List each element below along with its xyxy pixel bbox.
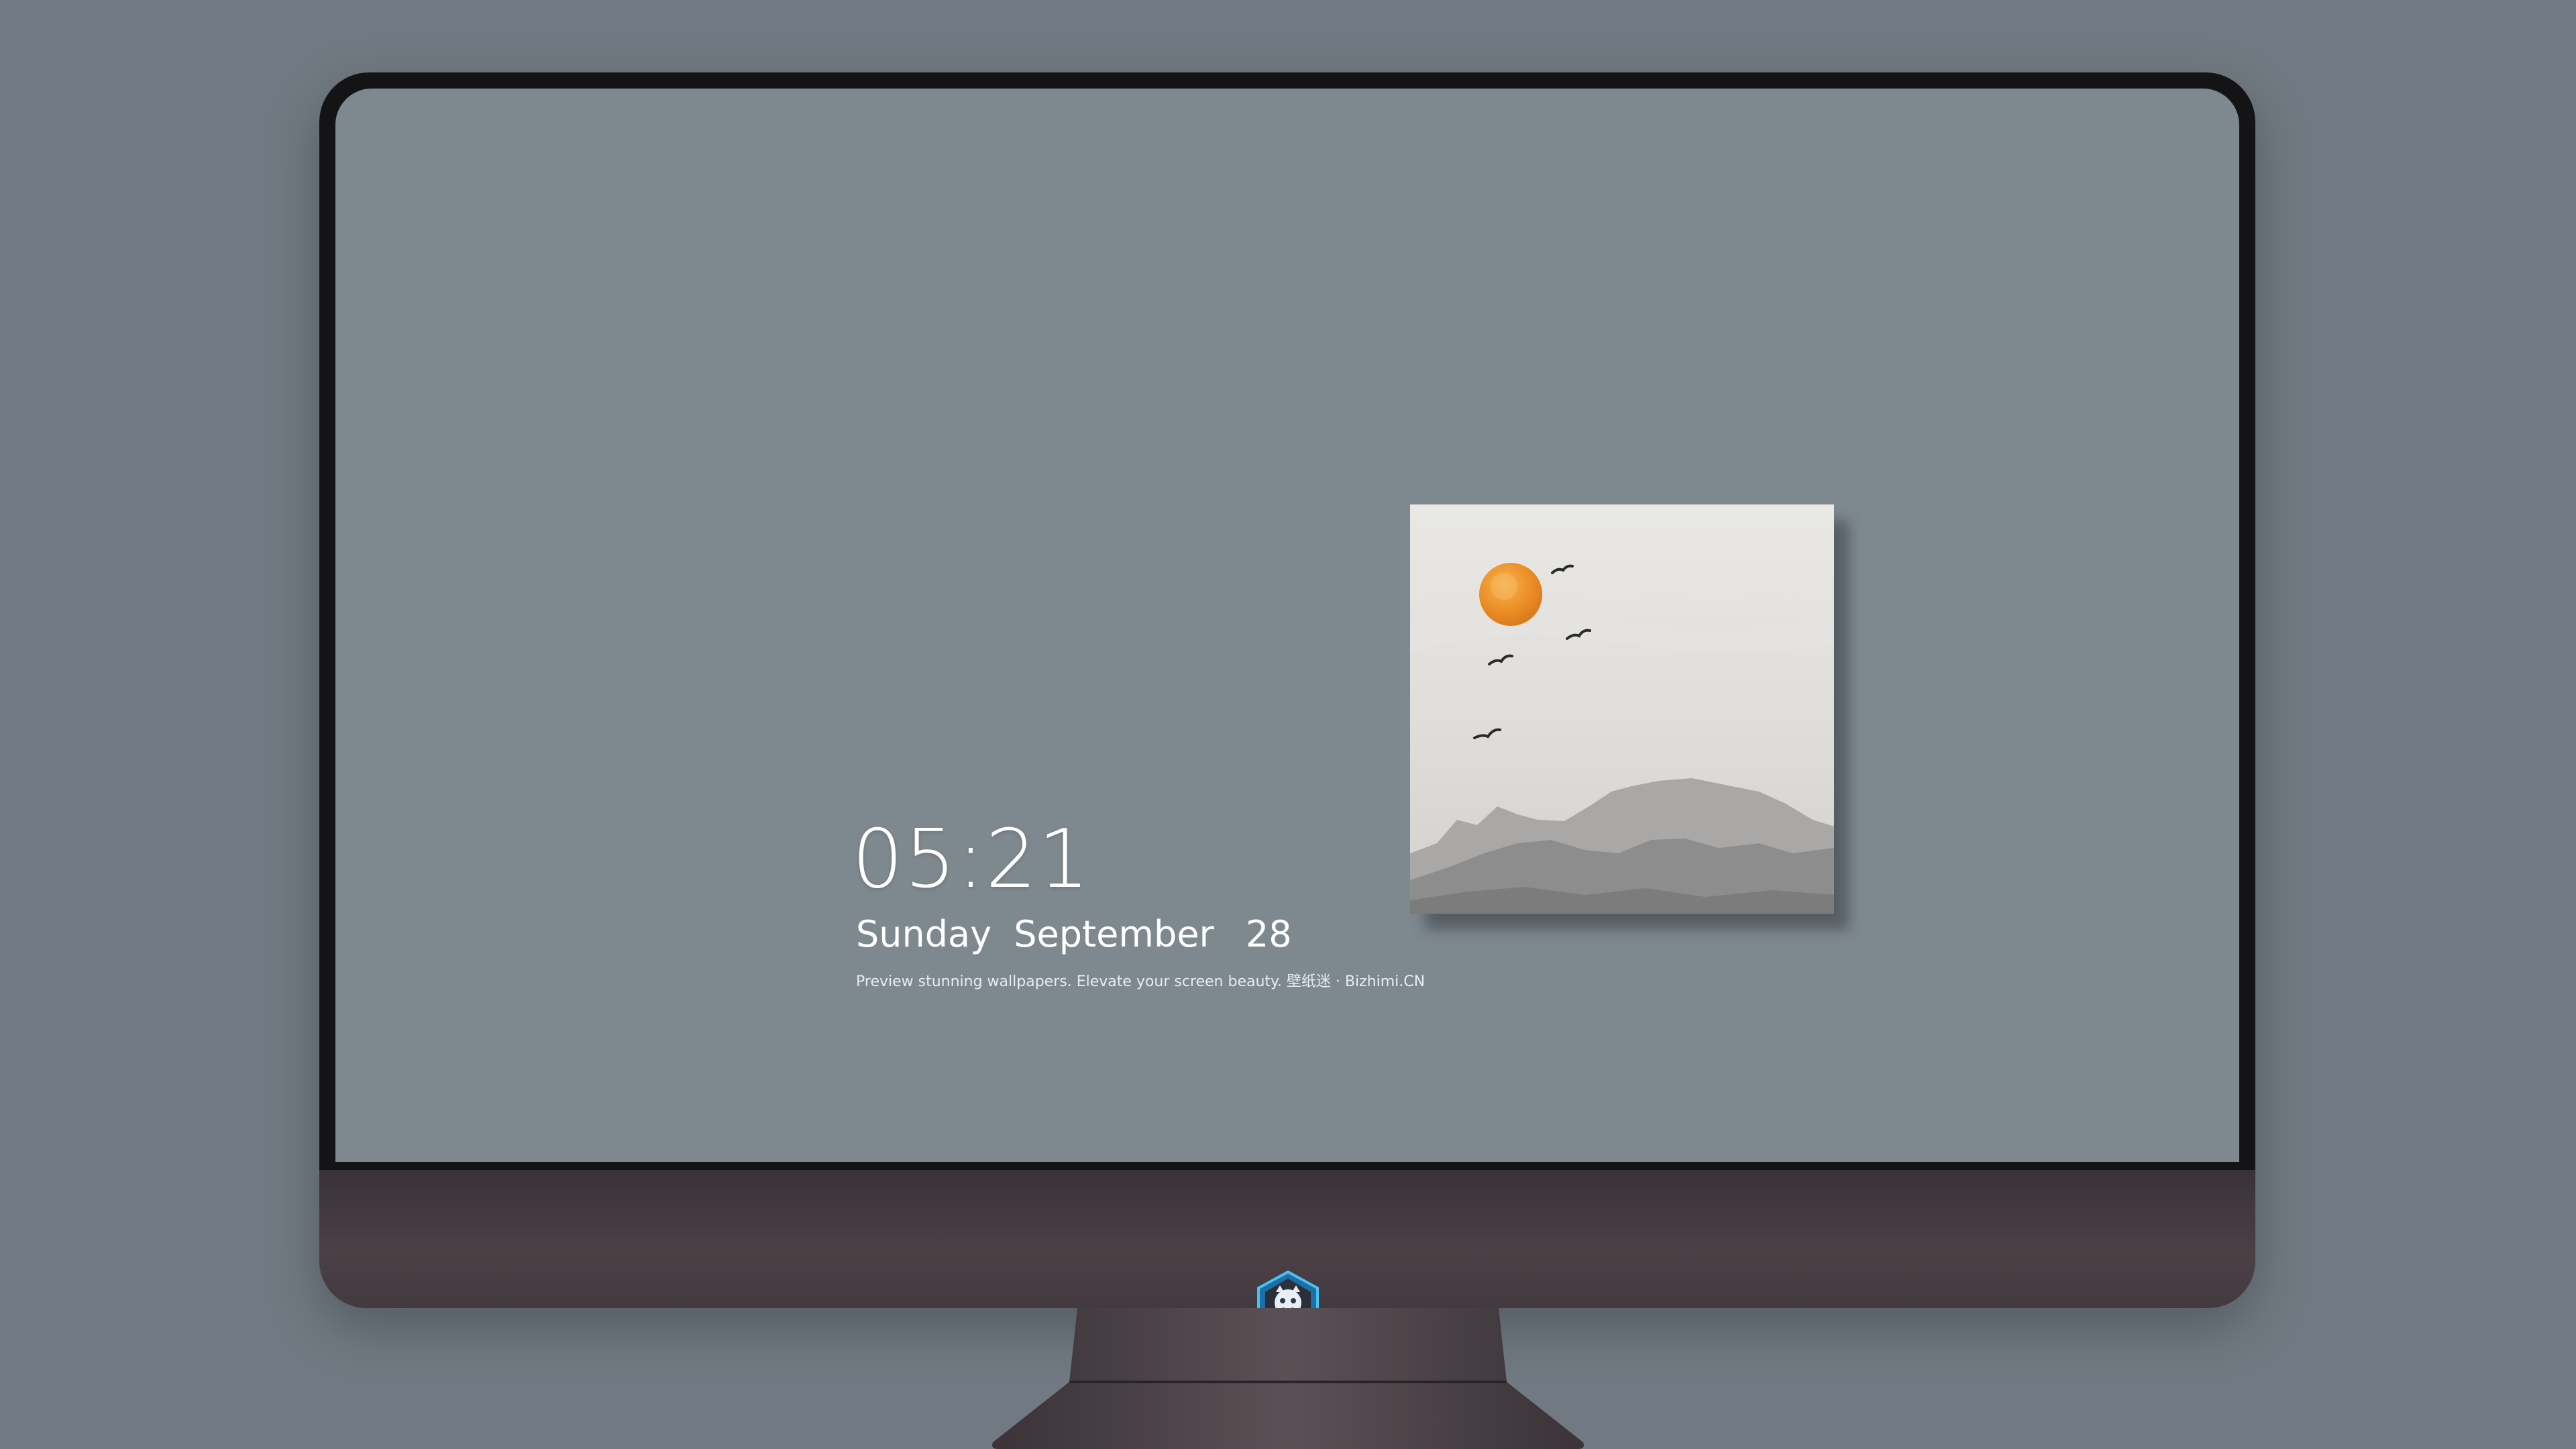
day-label: 28	[1245, 913, 1292, 955]
lock-clock: 05:21	[852, 813, 1091, 906]
sun-birds-mountains-icon	[1410, 504, 1834, 914]
desktop-screen: 05:21 Sunday September 28 Preview stunni…	[335, 89, 2239, 1162]
month-label: September	[1014, 913, 1214, 955]
monitor: 05:21 Sunday September 28 Preview stunni…	[319, 72, 2255, 1338]
monitor-stand	[992, 1308, 1584, 1449]
lock-date: Sunday September 28	[856, 911, 1292, 958]
monitor-chin	[319, 1170, 2255, 1338]
painting-widget[interactable]	[1410, 504, 1834, 914]
weekday-label: Sunday	[856, 913, 992, 955]
wallpaper-tagline: Preview stunning wallpapers. Elevate you…	[856, 973, 1426, 990]
